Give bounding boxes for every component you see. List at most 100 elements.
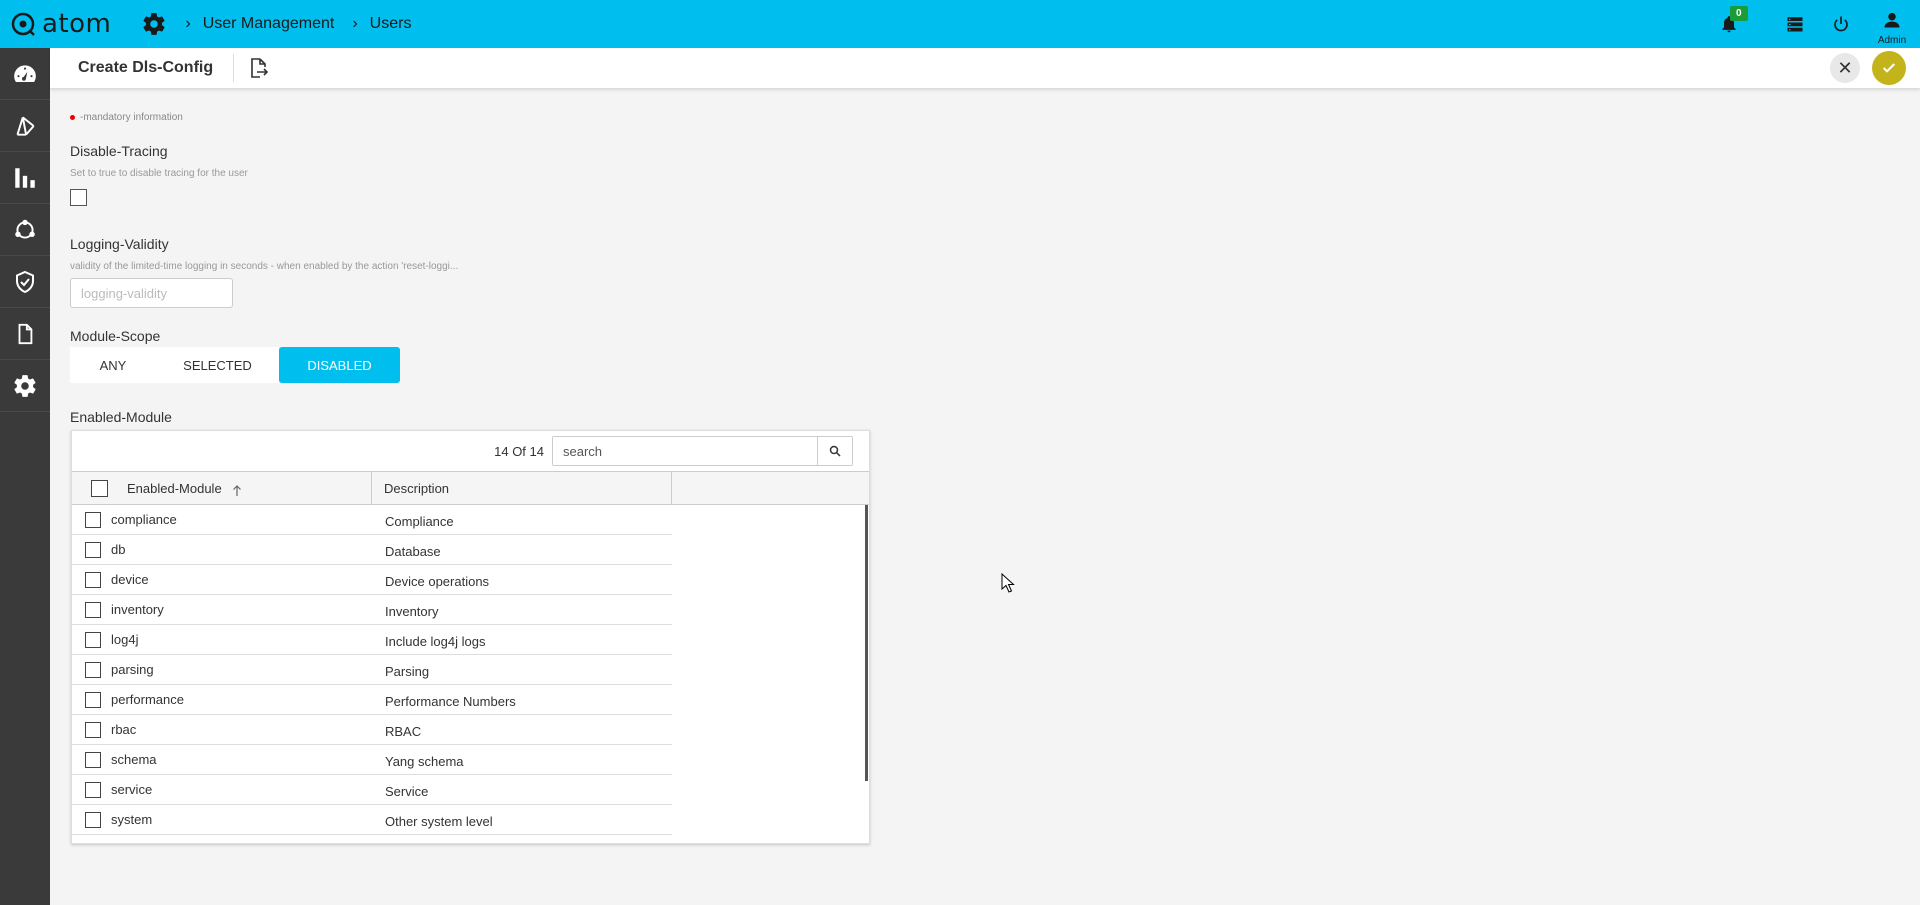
row-description: Yang schema bbox=[385, 754, 464, 769]
row-checkbox[interactable] bbox=[85, 512, 101, 528]
row-module-name: parsing bbox=[111, 662, 154, 677]
sidebar-item-documents[interactable] bbox=[0, 308, 50, 360]
row-description: Device operations bbox=[385, 574, 490, 589]
table-toolbar: 14 Of 14 bbox=[72, 431, 869, 471]
column-header-enabled-module[interactable]: Enabled-Module bbox=[127, 472, 372, 504]
row-description: Service bbox=[385, 784, 429, 799]
sidebar-item-analytics[interactable] bbox=[0, 152, 50, 204]
disable-tracing-checkbox[interactable] bbox=[70, 189, 87, 206]
table-row[interactable]: compliance Compliance bbox=[72, 505, 672, 535]
logo-text: atom bbox=[42, 9, 112, 39]
user-icon bbox=[1884, 12, 1900, 28]
row-checkbox[interactable] bbox=[85, 542, 101, 558]
save-button[interactable] bbox=[1872, 51, 1906, 85]
chevron-right-icon: › bbox=[185, 15, 191, 32]
atom-logo-icon bbox=[11, 12, 35, 36]
table-row[interactable]: log4j Include log4j logs bbox=[72, 625, 672, 655]
row-description: Parsing bbox=[385, 664, 430, 679]
row-description: Inventory bbox=[385, 604, 439, 619]
close-button[interactable]: ✕ bbox=[1830, 53, 1860, 83]
mouse-cursor-icon bbox=[1001, 573, 1015, 593]
row-checkbox[interactable] bbox=[85, 722, 101, 738]
check-icon bbox=[1882, 63, 1896, 73]
sidebar bbox=[0, 48, 50, 905]
table-body: compliance Compliance db Database device Devi… bbox=[72, 505, 869, 843]
select-all-cell bbox=[72, 472, 127, 504]
breadcrumb-user-management[interactable]: User Management bbox=[203, 15, 335, 33]
page-header: Create Dls-Config ✕ bbox=[50, 48, 1920, 88]
row-checkbox[interactable] bbox=[85, 692, 101, 708]
table-row[interactable]: system Other system level bbox=[72, 805, 672, 835]
sidebar-item-topology[interactable] bbox=[0, 100, 50, 152]
logging-validity-label: Logging-Validity bbox=[70, 236, 169, 252]
row-module-name: schema bbox=[111, 752, 157, 767]
disable-tracing-help: Set to true to disable tracing for the u… bbox=[70, 168, 248, 179]
sort-ascending-icon bbox=[232, 485, 241, 496]
table-row[interactable]: db Database bbox=[72, 535, 672, 565]
sidebar-item-security[interactable] bbox=[0, 256, 50, 308]
module-scope-any-button[interactable]: ANY bbox=[70, 347, 156, 383]
sidebar-item-dashboard[interactable] bbox=[0, 48, 50, 100]
row-checkbox[interactable] bbox=[85, 782, 101, 798]
select-all-checkbox[interactable] bbox=[91, 479, 108, 497]
table-row[interactable]: parsing Parsing bbox=[72, 655, 672, 685]
row-checkbox[interactable] bbox=[85, 572, 101, 588]
enabled-module-label: Enabled-Module bbox=[70, 409, 172, 425]
enabled-module-table: 14 Of 14 Enabled-Module Description comp… bbox=[71, 430, 870, 844]
column-header-description[interactable]: Description bbox=[372, 472, 672, 504]
search-button[interactable] bbox=[817, 437, 852, 465]
module-scope-disabled-button[interactable]: DISABLED bbox=[279, 347, 400, 383]
notifications-button[interactable]: 0 bbox=[1706, 0, 1752, 48]
table-row[interactable]: service Service bbox=[72, 775, 672, 805]
row-module-name: inventory bbox=[111, 602, 164, 617]
breadcrumb-users[interactable]: Users bbox=[370, 15, 412, 33]
row-module-name: compliance bbox=[111, 512, 177, 527]
module-scope-selected-button[interactable]: SELECTED bbox=[156, 347, 279, 383]
file-export-icon bbox=[251, 58, 269, 78]
row-checkbox[interactable] bbox=[85, 662, 101, 678]
user-label: Admin bbox=[1877, 35, 1907, 46]
search-input[interactable] bbox=[553, 437, 817, 465]
table-header: Enabled-Module Description bbox=[72, 471, 869, 505]
server-list-icon bbox=[1787, 17, 1803, 32]
sidebar-item-workflow[interactable] bbox=[0, 204, 50, 256]
table-scrollbar[interactable] bbox=[865, 505, 868, 781]
atom-logo[interactable]: atom bbox=[10, 9, 111, 39]
column-header-description-label: Description bbox=[384, 480, 450, 496]
row-description: Database bbox=[385, 544, 441, 559]
sidebar-item-settings[interactable] bbox=[0, 360, 50, 412]
top-bar: atom › User Management › Users 0 Admin bbox=[0, 0, 1920, 48]
table-row[interactable]: device Device operations bbox=[72, 565, 672, 595]
power-icon bbox=[1834, 16, 1848, 32]
power-button[interactable] bbox=[1818, 0, 1864, 48]
table-row[interactable]: performance Performance Numbers bbox=[72, 685, 672, 715]
row-checkbox[interactable] bbox=[85, 752, 101, 768]
document-icon bbox=[18, 323, 33, 344]
row-checkbox[interactable] bbox=[85, 812, 101, 828]
table-row[interactable]: rbac RBAC bbox=[72, 715, 672, 745]
search-icon bbox=[829, 445, 841, 457]
page-title: Create Dls-Config bbox=[78, 59, 214, 76]
row-description: Performance Numbers bbox=[385, 694, 516, 709]
row-module-name: service bbox=[111, 782, 153, 797]
bar-chart-icon bbox=[15, 167, 35, 188]
settings-gear-icon[interactable] bbox=[141, 11, 167, 37]
table-row[interactable]: schema Yang schema bbox=[72, 745, 672, 775]
user-menu-button[interactable]: Admin bbox=[1864, 0, 1920, 48]
row-description: RBAC bbox=[385, 724, 422, 739]
row-description: Other system level bbox=[385, 814, 493, 829]
header-divider bbox=[233, 54, 235, 82]
row-module-name: rbac bbox=[111, 722, 137, 737]
logging-validity-help: validity of the limited-time logging in … bbox=[70, 261, 459, 272]
logging-validity-input[interactable] bbox=[70, 278, 233, 308]
row-checkbox[interactable] bbox=[85, 632, 101, 648]
table-row[interactable]: inventory Inventory bbox=[72, 595, 672, 625]
cycle-nodes-icon bbox=[15, 219, 35, 239]
row-checkbox[interactable] bbox=[85, 602, 101, 618]
row-module-name: system bbox=[111, 812, 153, 827]
export-button[interactable] bbox=[246, 56, 270, 80]
network-routing-icon bbox=[16, 116, 35, 136]
row-module-name: db bbox=[111, 542, 126, 557]
server-list-button[interactable] bbox=[1772, 0, 1818, 48]
chevron-right-icon: › bbox=[352, 15, 358, 32]
